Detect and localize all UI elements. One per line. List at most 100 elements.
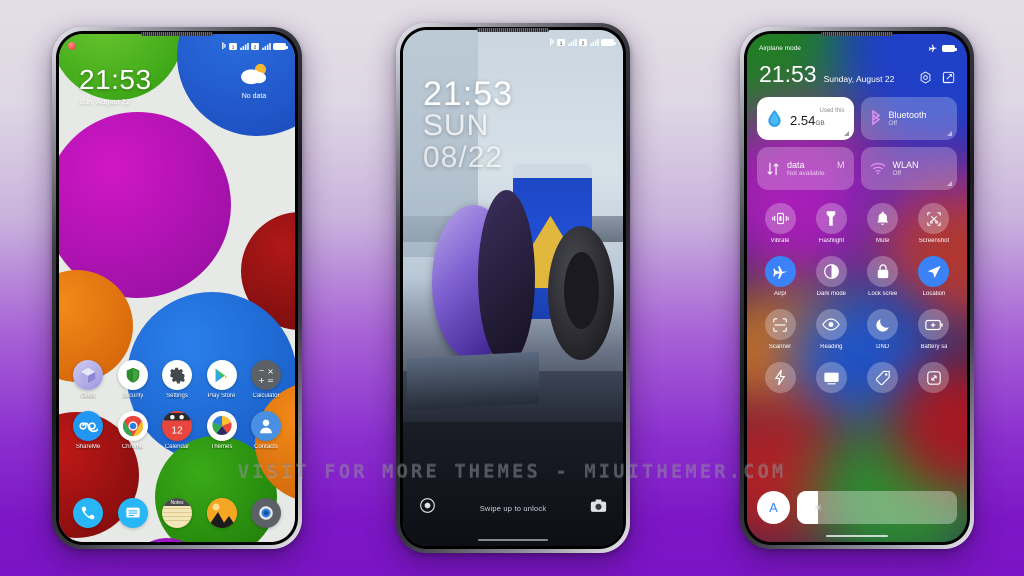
bluetooth-title: Bluetooth	[888, 109, 927, 120]
app-contacts[interactable]: Contacts	[245, 411, 287, 450]
chrome-icon	[117, 411, 148, 441]
expand-corner-icon[interactable]	[843, 131, 849, 136]
toggle-label: Scanner	[768, 344, 792, 350]
navigate-icon	[918, 256, 950, 287]
data-usage-tile[interactable]: Used this 2.54GB	[757, 97, 854, 140]
data-arrows-icon	[767, 162, 779, 175]
cc-status-bar: Airplane mode	[757, 34, 957, 53]
airplane-icon	[929, 44, 938, 53]
mobile-data-carrier: M	[837, 159, 845, 170]
app-clock[interactable]: Clock	[67, 360, 109, 399]
camera-icon[interactable]	[590, 498, 607, 518]
camera-icon[interactable]	[251, 498, 281, 528]
app-themes[interactable]: Themes	[201, 411, 243, 450]
home-clock-widget[interactable]: 21:53 Sun, August 22	[79, 64, 152, 107]
home-clock-time: 21:53	[79, 64, 152, 95]
app-calculator[interactable]: − × + = Calculator	[245, 360, 287, 399]
sim2-icon: 2	[251, 42, 259, 50]
svg-text:1: 1	[232, 44, 235, 49]
infinity-icon	[73, 411, 103, 441]
sun-icon: ☀	[812, 502, 823, 514]
bluetooth-tile[interactable]: Bluetooth Off	[860, 97, 957, 140]
svg-text:2: 2	[582, 40, 585, 45]
cc-big-tiles-row-2: data M Not available WLAN Off	[757, 147, 957, 190]
brightness-control: A ☀	[757, 491, 957, 524]
expand-corner-icon[interactable]	[947, 181, 952, 186]
app-shareme[interactable]: ShareMe	[67, 411, 109, 450]
swipe-hint: Swipe up to unlock	[479, 503, 547, 513]
lock-clock: 21:53 SUN 08/22	[423, 75, 514, 173]
calculator-icon: − × + =	[251, 360, 281, 390]
toggle-flashlight[interactable]: Flashlight	[808, 203, 854, 244]
battery-icon	[273, 42, 288, 50]
toggle-battery-saver[interactable]: Battery sa	[911, 309, 957, 350]
tag-icon	[867, 362, 899, 393]
phone-home-screen: 1 2 21:53 Sun, August 22 No data Clock S…	[52, 27, 302, 549]
scan-frame-icon	[764, 309, 796, 340]
gallery-icon[interactable]	[206, 498, 237, 528]
notes-icon[interactable]: Notes	[162, 498, 192, 528]
app-security[interactable]: Security	[112, 360, 154, 399]
toggle-reading-mode[interactable]: Reading	[808, 309, 854, 350]
message-icon[interactable]	[117, 498, 148, 528]
control-center-panel: Airplane mode 21:53 Sunday, August 22 Us…	[747, 34, 967, 542]
toggle-airplane-mode[interactable]: Airpl	[757, 256, 803, 297]
app-chrome[interactable]: Chrome	[112, 411, 154, 450]
toggle-cast[interactable]	[808, 362, 854, 397]
toggle-dnd[interactable]: DND	[860, 309, 906, 350]
flashlight-ring-icon[interactable]	[419, 497, 436, 519]
toggle-lock-screen[interactable]: Lock scree	[860, 256, 906, 297]
svg-text:−: −	[258, 366, 264, 375]
expand-corner-icon[interactable]	[947, 131, 952, 136]
lock-clock-time: 21:53	[423, 75, 514, 113]
cc-toggle-grid: Vibrate Flashlight Mute Screenshot Airpl…	[757, 203, 957, 397]
toggle-mute[interactable]: Mute	[860, 203, 906, 244]
cc-big-tiles-row-1: Used this 2.54GB Bluetooth Off	[757, 97, 957, 140]
phone-icon[interactable]	[73, 498, 103, 528]
wifi-icon	[869, 162, 886, 175]
toggle-label: Dark mode	[816, 291, 846, 297]
calendar-icon: 12	[162, 411, 192, 441]
toggle-fullscreen[interactable]	[911, 362, 957, 397]
fullscreen-icon	[918, 362, 950, 393]
dock: Notes	[59, 498, 295, 528]
weather-widget[interactable]: No data	[223, 62, 285, 100]
toggle-location[interactable]: Location	[911, 256, 957, 297]
toggle-screenshot[interactable]: Screenshot	[911, 203, 957, 244]
lock-bottom-bar: Swipe up to unlock	[403, 484, 623, 546]
app-calendar[interactable]: 12 Calendar	[156, 411, 198, 450]
toggle-scanner[interactable]: Scanner	[757, 309, 803, 350]
bluetooth-sub: Off	[888, 119, 898, 127]
sim-icon: 1	[229, 42, 237, 50]
phone1-status-bar: 1 2	[59, 34, 295, 54]
earpiece-speaker-icon	[477, 28, 549, 32]
settings-gear-icon[interactable]	[919, 71, 932, 84]
clock-icon	[73, 360, 103, 390]
data-usage-value: 2.54	[790, 113, 816, 129]
toggle-vibrate[interactable]: Vibrate	[757, 203, 803, 244]
battery-icon	[601, 38, 616, 46]
phone2-screen: 1 2 21:53 SUN 08/22 Swipe up to unlock	[403, 30, 623, 546]
edit-icon[interactable]	[942, 71, 955, 84]
toggle-dark-mode[interactable]: Dark mode	[808, 256, 854, 297]
brightness-slider[interactable]: ☀	[797, 491, 957, 524]
toggle-label: Lock scree	[868, 291, 898, 297]
mobile-data-tile[interactable]: data M Not available	[757, 147, 854, 190]
app-label: Settings	[166, 393, 188, 399]
record-icon	[68, 42, 76, 50]
themes-icon	[206, 411, 237, 441]
toggle-tag[interactable]	[860, 362, 906, 397]
app-row-1: Clock Security Settings Play Store − × +…	[67, 360, 287, 399]
phone3-screen: Airplane mode 21:53 Sunday, August 22 Us…	[747, 34, 967, 542]
app-play-store[interactable]: Play Store	[201, 360, 243, 399]
sun-behind-cloud-icon	[241, 63, 266, 85]
data-usage-unit: GB	[815, 120, 825, 128]
wlan-tile[interactable]: WLAN Off	[860, 147, 957, 190]
auto-brightness-button[interactable]: A	[757, 491, 790, 524]
phone3-bezel: Airplane mode 21:53 Sunday, August 22 Us…	[744, 31, 970, 545]
toggle-label: DND	[876, 344, 890, 350]
home-clock-date: Sun, August 22	[79, 97, 130, 106]
toggle-lightning[interactable]	[757, 362, 803, 397]
app-settings[interactable]: Settings	[156, 360, 198, 399]
app-label: ShareMe	[75, 444, 101, 450]
